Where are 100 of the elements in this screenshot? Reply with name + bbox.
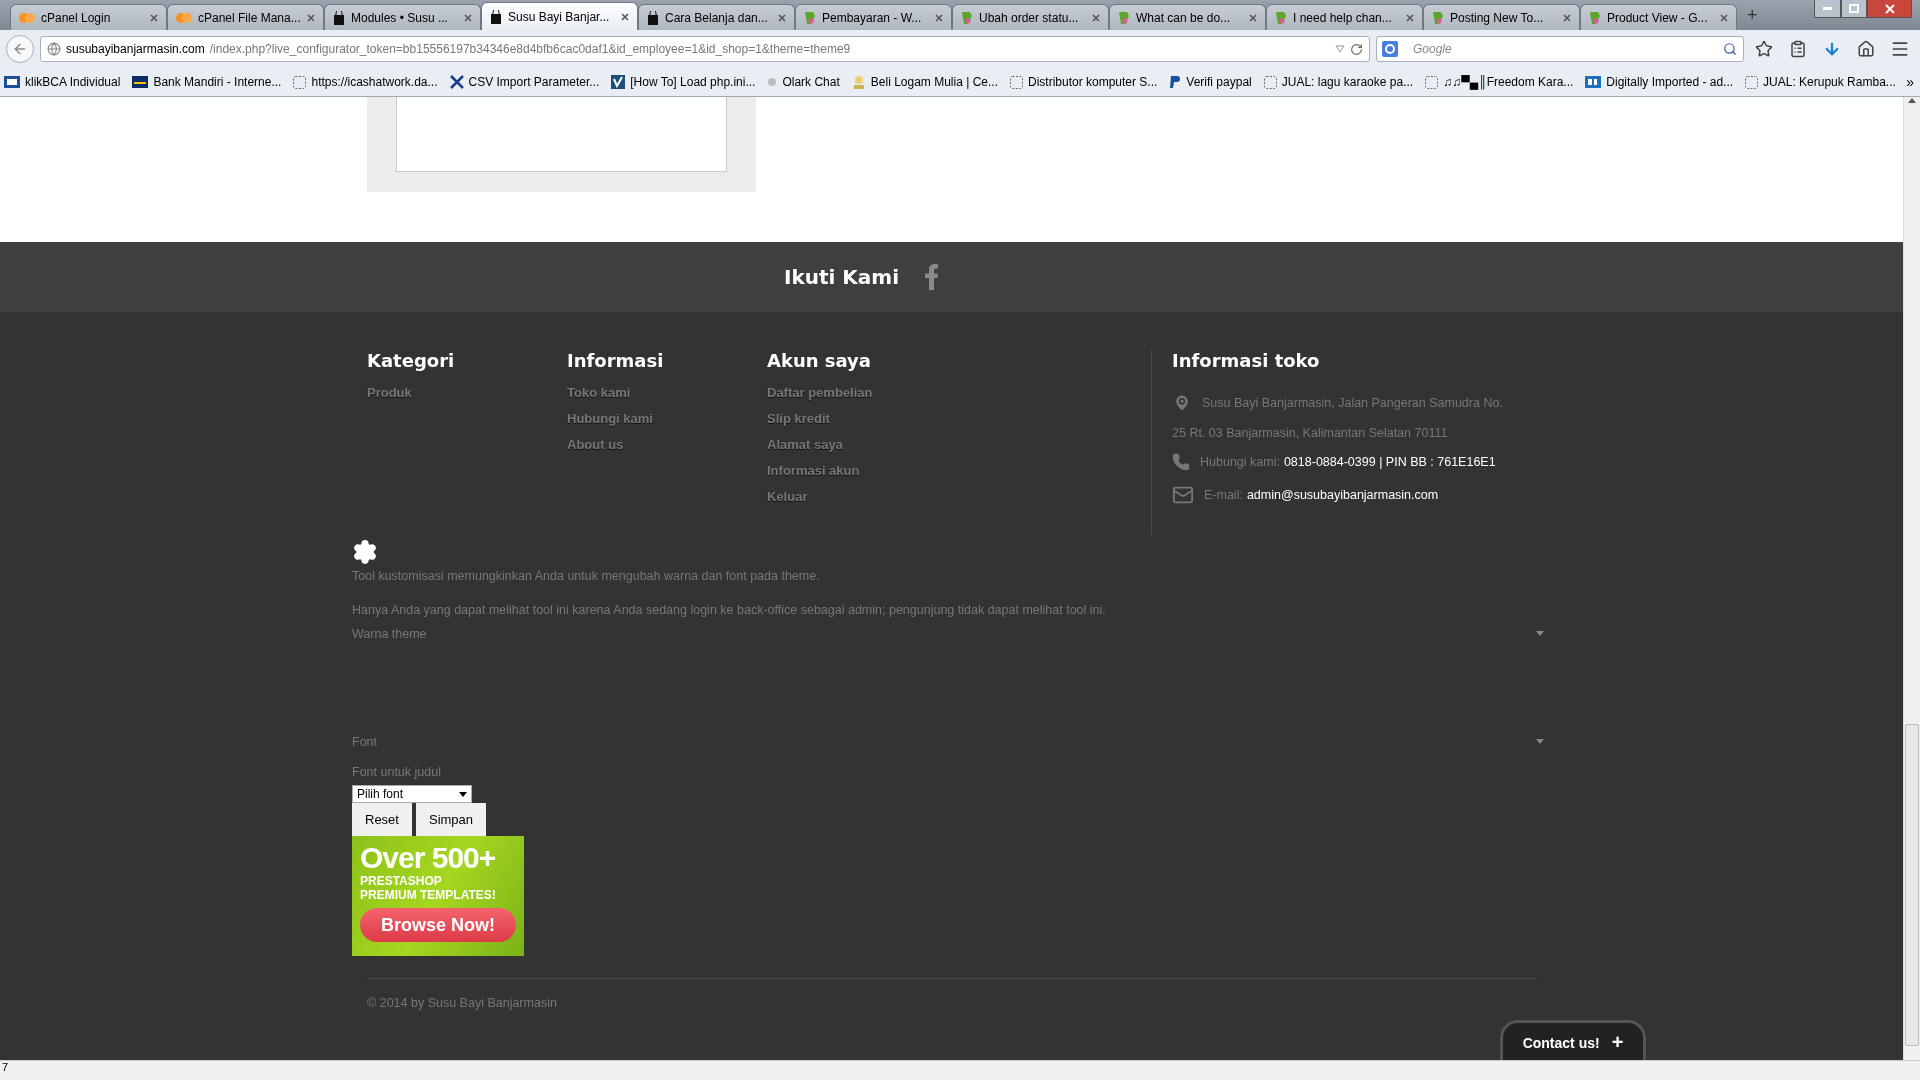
copyright-text: © 2014 by Susu Bayi Banjarmasin (367, 996, 557, 1010)
phone-icon (1172, 453, 1190, 471)
promo-banner[interactable]: Over 500+ PRESTASHOP PREMIUM TEMPLATES! Browse Now! (352, 836, 524, 956)
leaf-icon (961, 10, 973, 25)
maximize-icon[interactable] (1841, 0, 1867, 18)
browser-tab[interactable]: Susu Bayi Banjar... (481, 2, 638, 30)
card-icon (132, 76, 149, 88)
close-icon[interactable] (621, 12, 629, 21)
mail-icon (1172, 484, 1194, 506)
browser-tab[interactable]: Posting New To... (1423, 4, 1580, 30)
column-heading: Kategori (367, 350, 456, 371)
shopping-bag-icon (490, 9, 502, 24)
close-icon[interactable] (1867, 0, 1912, 18)
page-icon (1745, 75, 1759, 89)
column-heading: Akun saya (767, 350, 872, 371)
shopping-bag-icon (647, 10, 659, 25)
bookmark-link[interactable]: https://icashatwork.da... (293, 75, 438, 89)
browser-tab[interactable]: Pembayaran - W... (795, 4, 952, 30)
bookmark-link[interactable]: Olark Chat (767, 75, 840, 89)
browser-tab[interactable]: cPanel Login (10, 4, 167, 30)
form-button[interactable]: Simpan (415, 803, 487, 836)
address-text: 25 Rt. 03 Banjarmasin, Kalimantan Selatan 70111 (1172, 426, 1448, 440)
close-icon[interactable] (1092, 13, 1100, 22)
bookmark-link[interactable]: [How To] Load php.ini... (611, 75, 756, 89)
cpanel-icon (19, 11, 35, 24)
bookmark-link[interactable]: Digitally Imported - ad... (1585, 75, 1734, 89)
plus-icon: + (1611, 1031, 1624, 1054)
field-label: Font untuk judul (352, 765, 441, 779)
status-text: 7 (0, 1060, 1920, 1080)
contact-tab[interactable]: Contact us! + (1500, 1020, 1646, 1060)
leaf-icon (1589, 10, 1601, 25)
page-icon (1425, 75, 1439, 89)
bookmark-link[interactable]: Bank Mandiri - Interne... (132, 75, 282, 89)
address-text: Susu Bayi Banjarmasin, Jalan Pangeran Samudra No. (1202, 396, 1503, 410)
close-icon[interactable] (1249, 13, 1257, 22)
bookmark-link[interactable]: ♫♫▀▄║Freedom Kara... (1425, 75, 1574, 89)
bookmark-link[interactable]: JUAL: Kerupuk Ramba... (1745, 75, 1896, 89)
form-button[interactable]: Reset (352, 803, 412, 836)
browser-tab[interactable]: Cara Belanja dan... (638, 4, 795, 30)
minimize-icon[interactable] (1814, 0, 1841, 18)
close-icon[interactable] (150, 13, 158, 22)
dropdown-icon[interactable] (1335, 45, 1345, 53)
browser-tab[interactable]: I need help chan... (1266, 4, 1423, 30)
bookmark-link[interactable]: JUAL: lagu karaoke pa... (1263, 75, 1414, 89)
page-icon (1263, 75, 1277, 89)
search-icon[interactable] (1723, 42, 1737, 56)
banner-text: PREMIUM TEMPLATES! (360, 888, 497, 902)
browser-tab[interactable]: Modules • Susu ... (324, 4, 481, 30)
bookmark-link[interactable]: Distributor komputer S... (1009, 75, 1158, 89)
follow-title: Ikuti Kami (784, 265, 900, 289)
leaf-icon (1432, 10, 1444, 25)
browse-button[interactable]: Browse Now! (360, 908, 516, 942)
person-icon (851, 75, 866, 89)
bookmark-link[interactable]: CSV Import Parameter... (449, 75, 600, 89)
browser-tab[interactable]: cPanel File Mana... (167, 4, 324, 30)
banner-text: PRESTASHOP (360, 874, 443, 888)
search-field[interactable]: Google (1376, 36, 1744, 62)
column-heading: Informasi toko (1172, 350, 1321, 371)
email-label: E-mail: (1204, 488, 1243, 502)
leaf-icon (804, 10, 816, 25)
browser-tab[interactable]: Ubah order statu... (952, 4, 1109, 30)
phone-label: Hubungi kami: (1200, 455, 1280, 469)
bookmark-link[interactable]: klikBCA Individual (4, 75, 121, 89)
bank-icon (4, 76, 20, 88)
phone-text: 0818-0884-0399 | PIN BB : 761E16E1 (1283, 455, 1496, 469)
caret-icon[interactable] (1536, 739, 1544, 744)
check-icon (611, 75, 626, 89)
back-button[interactable] (6, 35, 34, 63)
column-heading: Informasi (567, 350, 665, 371)
close-icon[interactable] (778, 13, 786, 22)
di-icon (1585, 76, 1602, 88)
caret-icon[interactable] (1536, 631, 1544, 636)
address-field[interactable]: susubayibanjarmasin.com /index.php?live_configurator_token=bb15556197b34346e8d4bfb6cac0daf1&id_employee=1&id_shop=1&theme=theme9 (40, 36, 1370, 62)
note-text: Hanya Anda yang dapat melihat tool ini karena Anda sedang login ke back-office sebagai admin; pengunjung tidak dapat melihat tool ini. (352, 603, 1106, 617)
leaf-icon (1275, 10, 1287, 25)
close-icon[interactable] (1406, 13, 1414, 22)
google-icon (1382, 41, 1398, 57)
page-icon (293, 75, 307, 89)
facebook-icon[interactable] (925, 264, 939, 290)
close-icon[interactable] (1563, 13, 1571, 22)
new-tab-button[interactable]: + (1737, 5, 1768, 30)
close-icon[interactable] (935, 13, 943, 22)
bookmark-link[interactable]: Beli Logam Mulia | Ce... (851, 75, 998, 89)
email-link[interactable]: admin@susubayibanjarmasin.com (1246, 488, 1439, 502)
close-icon[interactable] (464, 13, 472, 22)
bookmark-link[interactable]: Verifi paypal (1169, 75, 1252, 89)
reload-icon[interactable] (1350, 42, 1363, 56)
paypal-icon (1169, 75, 1182, 89)
close-icon[interactable] (1720, 13, 1728, 22)
browser-tab[interactable]: What can be do... (1109, 4, 1266, 30)
dot-icon (767, 77, 778, 87)
shopping-bag-icon (333, 10, 345, 25)
more-bookmarks-button[interactable]: » (1906, 74, 1914, 90)
scissors-icon (449, 75, 464, 89)
close-icon[interactable] (307, 13, 315, 22)
intro-text: Tool kustomisasi memungkinkan Anda untuk mengubah warna dan font pada theme. (352, 569, 820, 583)
scrollbar[interactable] (1903, 97, 1920, 1060)
font-select[interactable]: Pilih font (352, 785, 472, 803)
banner-headline: Over 500+ (360, 842, 497, 874)
browser-tab[interactable]: Product View - G... (1580, 4, 1737, 30)
